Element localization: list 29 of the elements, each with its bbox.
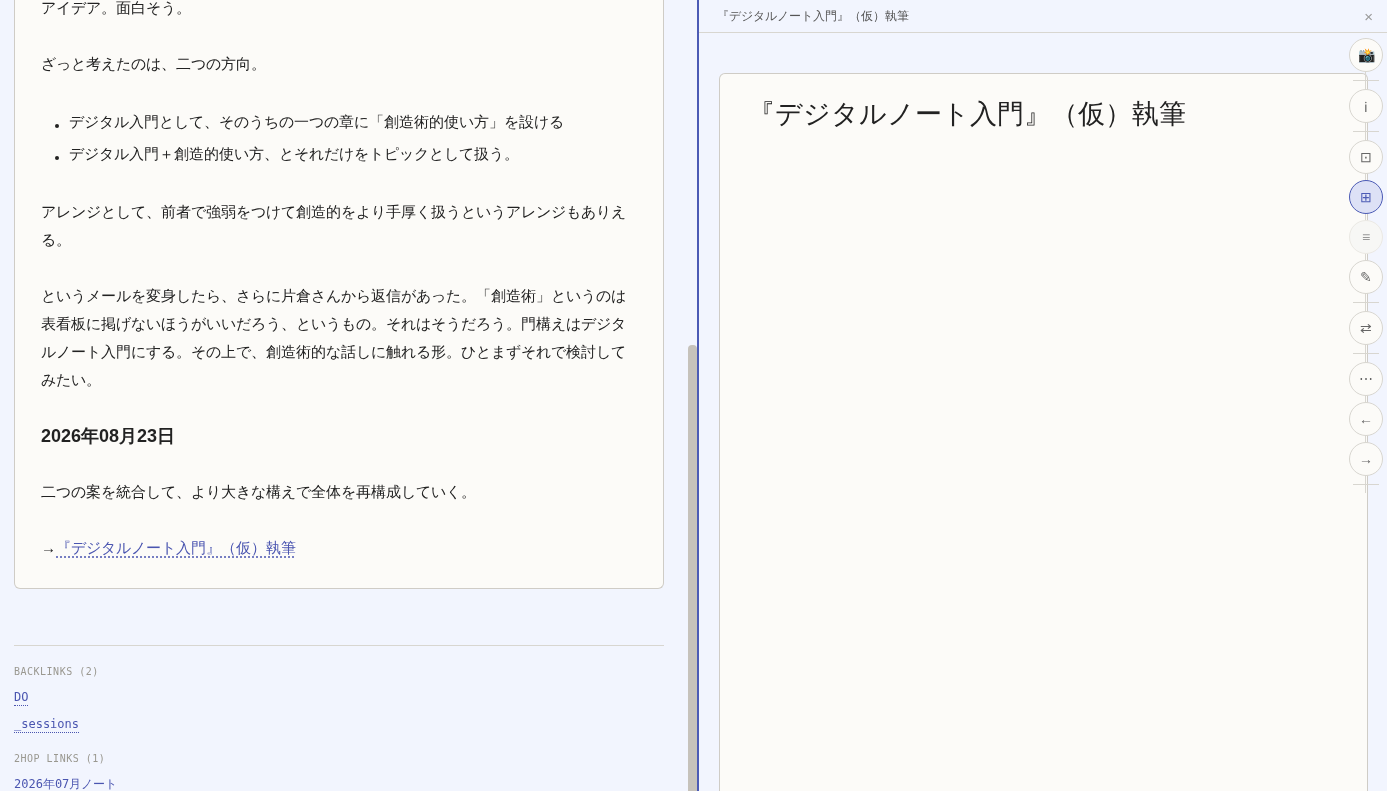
bullet-icon (55, 156, 59, 160)
list-item: デジタル入門＋創造的使い方、とそれだけをトピックとして扱う。 (69, 144, 519, 164)
toolbar-button[interactable]: → (1349, 442, 1383, 476)
bullet-icon (55, 124, 59, 128)
toolbar-button[interactable]: ⋯ (1349, 362, 1383, 396)
date-heading: 2026年08月23日 (41, 425, 177, 448)
toolbar-button[interactable]: ⊡ (1349, 140, 1383, 174)
backlink[interactable]: 2026年07月ノート (14, 776, 118, 791)
arrow-text: → (41, 539, 56, 556)
paragraph: アレンジとして、前者で強弱をつけて創造的をより手厚く扱うというアレンジもありえる。 (41, 202, 627, 250)
toolbar-button[interactable]: ← (1349, 402, 1383, 436)
section-heading: 2HOP LINKS (1) (14, 753, 106, 764)
section-heading: BACKLINKS (2) (14, 666, 99, 677)
note-title: 『デジタルノート入門』（仮）執筆 (748, 98, 1187, 131)
backlink[interactable]: DO (14, 689, 29, 706)
paragraph: というメールを変身したら、さらに片倉さんから返信があった。「創造術」というのは表看板に掲げないほうがいいだろう、というもの。それはそうだろう。門構えはデジタルノート入門にする。その上で、創造術的な話しに触れる形。ひとまずそれで検討してみたい。 (41, 286, 627, 390)
pane-title: 『デジタルノート入門』（仮）執筆 (717, 7, 909, 25)
note-link[interactable]: 『デジタルノート入門』（仮）執筆 (56, 539, 296, 556)
toolbar-button[interactable]: 📸 (1349, 38, 1383, 72)
paragraph: 二つの案を統合して、より大きな構えで全体を再構成していく。 (41, 482, 477, 502)
scrollbar-thumb[interactable] (688, 345, 697, 791)
list-item: デジタル入門として、そのうちの一つの章に「創造術的使い方」を設ける (69, 112, 564, 132)
backlink[interactable]: _sessions (14, 716, 80, 733)
toolbar-button[interactable]: ℹ (1349, 89, 1383, 123)
toolbar-button[interactable]: ⊞ (1349, 180, 1383, 214)
paragraph: ざっと考えたのは、二つの方向。 (41, 54, 267, 74)
toolbar-button[interactable]: ✎ (1349, 260, 1383, 294)
paragraph: アイデア。面白そう。 (41, 0, 192, 18)
toolbar-button[interactable]: ⇄ (1349, 311, 1383, 345)
